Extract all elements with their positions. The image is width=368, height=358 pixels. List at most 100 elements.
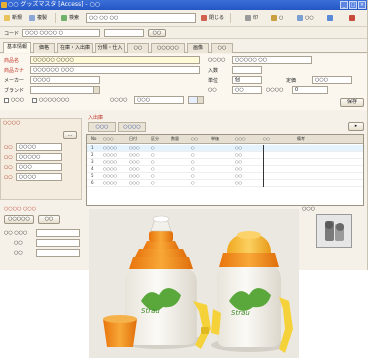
panel-button[interactable]: … bbox=[63, 131, 77, 139]
product-kana-field[interactable]: ○○○○○○ ○○○ bbox=[30, 66, 200, 74]
summary-row: ○○ ○○○○ bbox=[4, 143, 62, 151]
table-row[interactable]: 1 ○○○○ ○○○ ○ ○ ○○ bbox=[87, 145, 363, 152]
search-field[interactable]: ○○ ○○ ○○ bbox=[86, 13, 196, 23]
bottle-photo: Strau Strau bbox=[89, 209, 299, 358]
product-kana-label: 商品カナ bbox=[4, 68, 25, 74]
print-icon bbox=[245, 15, 251, 21]
tab-misc[interactable]: ○○ bbox=[127, 43, 149, 53]
window-controls: _ □ × bbox=[340, 1, 366, 9]
right-field-5[interactable]: ○○ bbox=[232, 86, 262, 94]
lookup-button[interactable]: ○○ bbox=[148, 29, 166, 37]
summary-panel: ○○○○ … ○○ ○○○○ ○○ ○○○○○ ○○ ○○○ ○○ ○○○○ bbox=[0, 118, 82, 200]
tab-basic[interactable]: 基本情報 bbox=[3, 42, 31, 53]
brand-label: ブランド bbox=[4, 88, 25, 94]
app-icon bbox=[1, 2, 7, 8]
size-unit-select[interactable] bbox=[188, 96, 204, 104]
bottom-field-1[interactable] bbox=[36, 229, 80, 237]
right-label-1: ○○○○ bbox=[208, 57, 226, 63]
print-button[interactable]: 印 bbox=[244, 12, 264, 24]
toolbar-button[interactable]: ○ bbox=[270, 12, 290, 24]
right-label-6: ○○○○ bbox=[266, 87, 284, 93]
summary-row: ○○ ○○○○○ bbox=[4, 153, 62, 161]
unit-label: 単位 bbox=[208, 78, 219, 84]
right-field-1[interactable]: ○○○○○ ○○ bbox=[232, 56, 312, 64]
subtab-2[interactable]: ○○○○ bbox=[118, 122, 146, 132]
bottom-field-2[interactable] bbox=[36, 239, 80, 247]
list-icon bbox=[297, 15, 303, 21]
right-label-5: ○○ bbox=[208, 87, 217, 93]
new-icon bbox=[4, 15, 10, 21]
quantity-field[interactable] bbox=[232, 66, 262, 74]
exit-button[interactable] bbox=[348, 12, 364, 24]
tab-stock[interactable]: 在庫・入出庫 bbox=[57, 43, 93, 53]
checkbox-1[interactable] bbox=[4, 98, 9, 103]
detail-grid: No ○○○ 日付 区分 数量 ○○ 単価 ○○○ ○○ 備考 1 ○○○○ ○○○… bbox=[86, 134, 364, 206]
tab-category[interactable]: 分類・仕入 bbox=[95, 43, 125, 53]
tab-extra[interactable]: ○○ bbox=[211, 43, 233, 53]
close-icon[interactable]: × bbox=[358, 1, 366, 9]
size-field[interactable]: ○○○ bbox=[134, 96, 184, 104]
copy-button[interactable]: 複製 bbox=[28, 12, 52, 24]
quantity-label: 入数 bbox=[208, 68, 219, 74]
grid-header: No ○○○ 日付 区分 数量 ○○ 単価 ○○○ ○○ 備考 bbox=[87, 135, 363, 144]
checkbox-2[interactable] bbox=[32, 98, 37, 103]
detail-area: 入出庫 ○○○ ○○○○ ▸ No ○○○ 日付 区分 数量 ○○ 単価 ○○○… bbox=[86, 115, 367, 210]
close-form-icon bbox=[201, 15, 207, 21]
product-thumbnail[interactable] bbox=[316, 214, 352, 248]
product-name-label: 商品名 bbox=[4, 58, 20, 64]
copy-icon bbox=[29, 15, 35, 21]
maximize-icon[interactable]: □ bbox=[349, 1, 357, 9]
minimize-icon[interactable]: _ bbox=[340, 1, 348, 9]
right-field-6[interactable]: 0 bbox=[292, 86, 328, 94]
search-icon bbox=[61, 15, 67, 21]
help-icon bbox=[327, 15, 333, 21]
brand-select[interactable] bbox=[30, 86, 100, 94]
checkbox-2-label: ○○○○○○○ bbox=[39, 97, 70, 103]
help-button[interactable] bbox=[326, 12, 344, 24]
maker-field[interactable]: ○○○○ bbox=[30, 76, 100, 84]
separator bbox=[55, 13, 56, 23]
folder-icon bbox=[271, 15, 277, 21]
table-row[interactable]: 3 ○○○○ ○○○ ○ ○ ○○ bbox=[87, 159, 363, 166]
chevron-down-icon bbox=[197, 97, 203, 103]
code-label: コード bbox=[4, 31, 20, 37]
search-button[interactable]: 検索 bbox=[60, 12, 82, 24]
tab-price[interactable]: 価格 bbox=[33, 43, 55, 53]
tab-image[interactable]: 画像 bbox=[187, 43, 209, 53]
unit-field[interactable]: 個 bbox=[232, 76, 262, 84]
bottom-label-1: ○○ ○○○ bbox=[4, 230, 28, 236]
separator bbox=[230, 13, 231, 23]
code-field[interactable]: ○○○ ○○○○ ○ bbox=[22, 29, 100, 37]
subtab-1[interactable]: ○○○ bbox=[88, 122, 116, 132]
close-button[interactable]: 閉じる bbox=[200, 12, 226, 24]
detail-button[interactable]: ▸ bbox=[348, 122, 364, 131]
maker-label: メーカー bbox=[4, 78, 25, 84]
exit-icon bbox=[349, 15, 355, 21]
window-title: ○○ グッズマスタ [Access] - ○○ bbox=[8, 1, 100, 8]
toolbar-button[interactable]: ○○ bbox=[296, 12, 320, 24]
table-row[interactable]: 6 ○○○○ ○○○ ○ ○ ○○ bbox=[87, 180, 363, 187]
photo-label: ○○○ bbox=[302, 206, 316, 212]
new-button[interactable]: 新規 bbox=[3, 12, 25, 24]
bottom-title: ○○○○ ○○○ bbox=[4, 206, 37, 212]
bottom-button-2[interactable]: ○○ bbox=[38, 215, 60, 224]
bottom-field-3[interactable] bbox=[36, 249, 80, 257]
thumbnail-image bbox=[317, 215, 351, 247]
product-photo: Strau Strau bbox=[89, 209, 299, 358]
tab-other[interactable]: ○○○○○ bbox=[151, 43, 185, 53]
bottom-label-3: ○○ bbox=[14, 250, 23, 256]
title-bar: ○○ グッズマスタ [Access] - ○○ _ □ × bbox=[0, 0, 367, 10]
product-name-field[interactable]: ○○○○○ ○○○○ bbox=[30, 56, 200, 64]
svg-text:Strau: Strau bbox=[231, 309, 250, 317]
summary-title: ○○○○ bbox=[3, 120, 21, 126]
table-row[interactable]: 5 ○○○○ ○○○ ○ ○ ○○ bbox=[87, 173, 363, 180]
save-button[interactable]: 保存 bbox=[340, 98, 364, 107]
table-row[interactable]: 4 ○○○○ ○○○ ○ ○ ○○ bbox=[87, 166, 363, 173]
bottom-button-1[interactable]: ○○○○○ bbox=[4, 215, 34, 224]
name-field[interactable] bbox=[104, 29, 144, 37]
chevron-down-icon bbox=[93, 87, 99, 93]
table-row[interactable]: 2 ○○○○ ○○○ ○ ○ ○○ bbox=[87, 152, 363, 159]
tab-strip: 基本情報 価格 在庫・入出庫 分類・仕入 ○○ ○○○○○ 画像 ○○ bbox=[0, 41, 367, 53]
list-price-field[interactable]: ○○○ bbox=[312, 76, 352, 84]
list-price-label: 定価 bbox=[286, 78, 297, 84]
